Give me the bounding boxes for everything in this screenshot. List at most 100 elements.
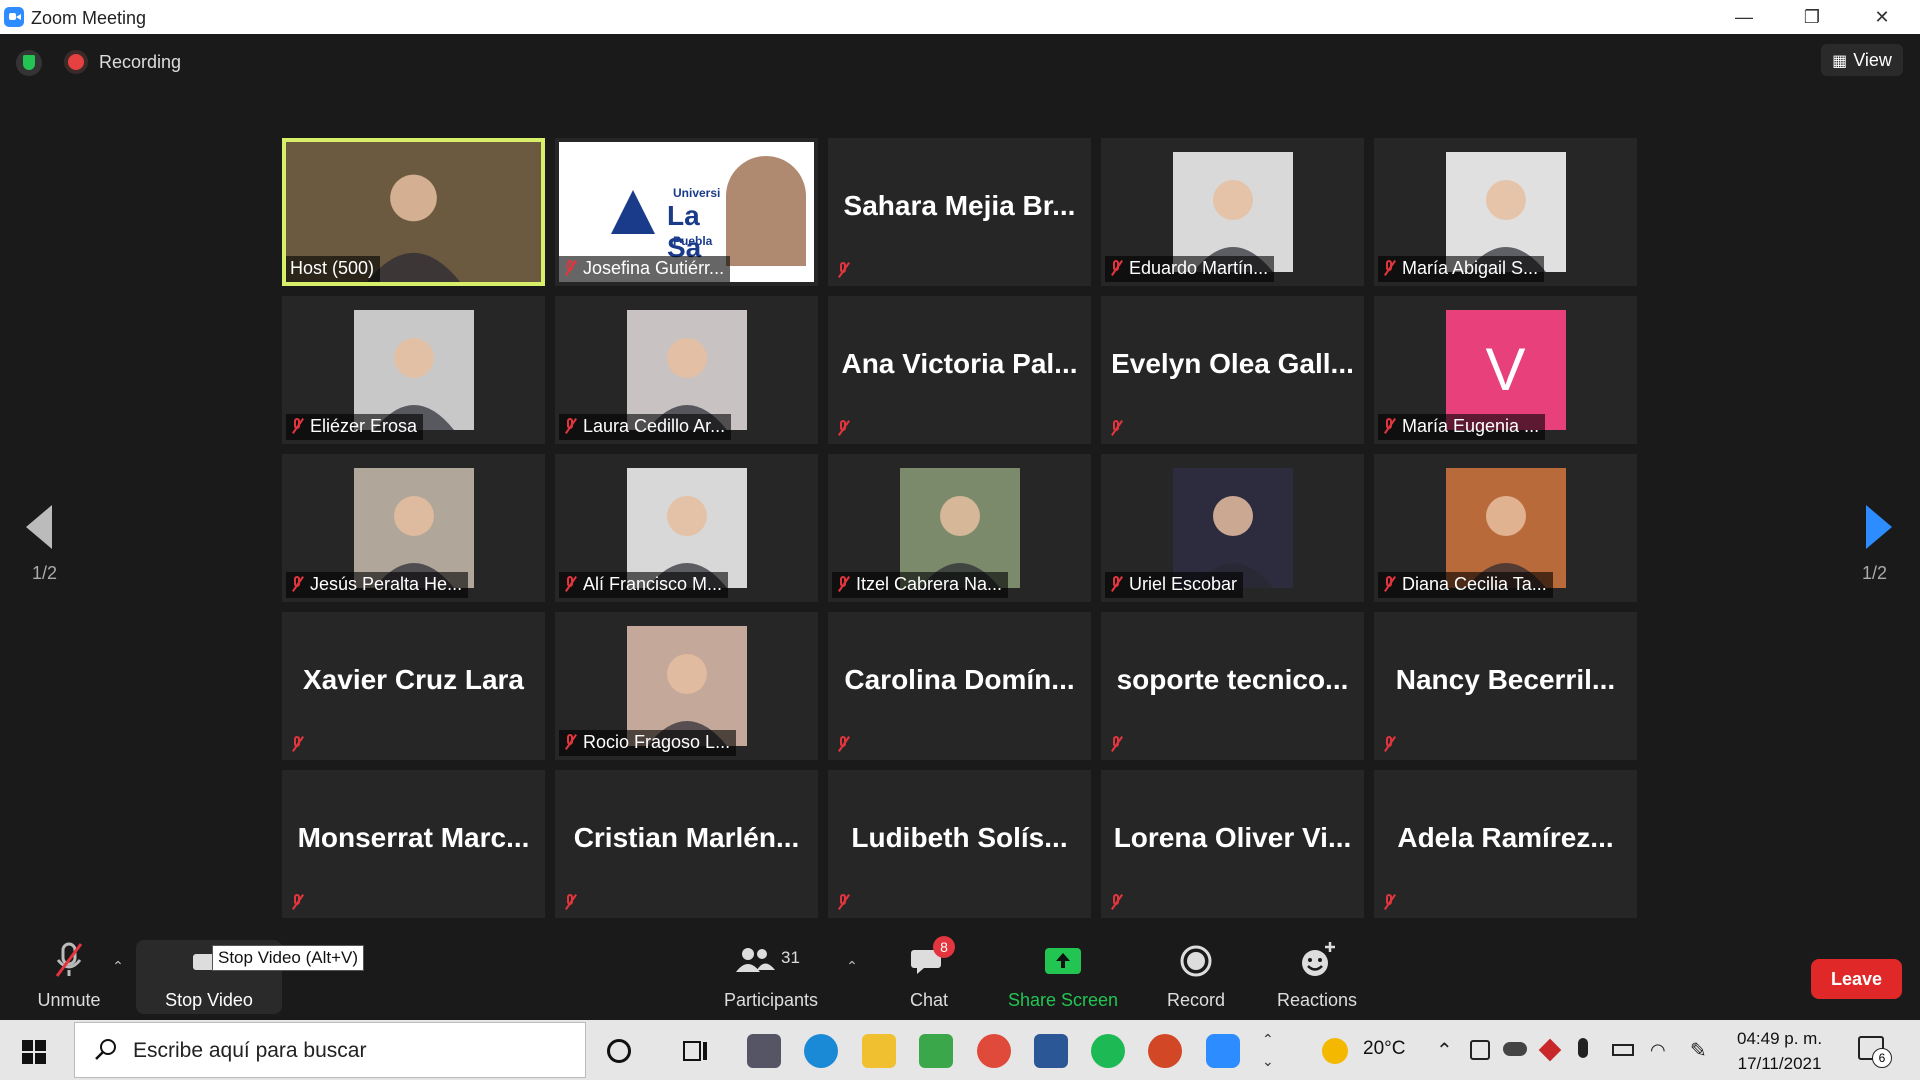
- participant-tile[interactable]: Xavier Cruz Lara: [282, 612, 545, 760]
- participant-photo: [353, 310, 474, 430]
- participant-name-label: Eduardo Martín...: [1105, 256, 1275, 282]
- participant-tile[interactable]: Ana Victoria Pal...: [828, 296, 1091, 444]
- maximize-button[interactable]: ❐: [1782, 0, 1842, 34]
- participant-tile[interactable]: V María Eugenia ...: [1374, 296, 1637, 444]
- chrome-browser-icon[interactable]: [977, 1034, 1011, 1068]
- participant-tile[interactable]: Rocio Fragoso L...: [555, 612, 818, 760]
- muted-microphone-icon: [836, 420, 850, 436]
- wifi-icon[interactable]: ◠: [1650, 1040, 1666, 1061]
- participant-tile[interactable]: soporte tecnico...: [1101, 612, 1364, 760]
- windows-start-icon[interactable]: [22, 1040, 46, 1064]
- record-icon: [1176, 940, 1216, 980]
- weather-sun-icon[interactable]: [1322, 1038, 1348, 1064]
- participant-tile[interactable]: Laura Cedillo Ar...: [555, 296, 818, 444]
- participants-count: 31: [781, 948, 800, 967]
- participant-tile[interactable]: Eduardo Martín...: [1101, 138, 1364, 286]
- participant-tile[interactable]: Lorena Oliver Vi...: [1101, 770, 1364, 918]
- muted-microphone-icon: [290, 894, 304, 910]
- show-hidden-icons-chevron-icon[interactable]: ⌃: [1436, 1038, 1453, 1063]
- participant-tile[interactable]: Alí Francisco M...: [555, 454, 818, 602]
- task-view-icon[interactable]: [678, 1034, 712, 1068]
- camera-app-icon[interactable]: [747, 1034, 781, 1068]
- page-indicator-left: 1/2: [32, 563, 58, 583]
- participants-label: Participants: [723, 990, 819, 1010]
- muted-microphone-icon: [836, 894, 850, 910]
- participant-tile[interactable]: Adela Ramírez...: [1374, 770, 1637, 918]
- unmute-label: Unmute: [37, 990, 101, 1010]
- word-icon[interactable]: [1034, 1034, 1068, 1068]
- zoom-app-icon[interactable]: [1206, 1034, 1240, 1068]
- reactions-button[interactable]: Reactions: [1270, 940, 1364, 1018]
- participant-tile[interactable]: Jesús Peralta He...: [282, 454, 545, 602]
- app-icon[interactable]: [919, 1034, 953, 1068]
- share-screen-button[interactable]: Share Screen: [1002, 940, 1124, 1018]
- participant-tile[interactable]: Universi La Sa Puebla Josefina Gutiérr...: [555, 138, 818, 286]
- participant-tile[interactable]: Cristian Marlén...: [555, 770, 818, 918]
- participant-tile[interactable]: Uriel Escobar: [1101, 454, 1364, 602]
- record-button[interactable]: Record: [1154, 940, 1238, 1018]
- participant-name: Uriel Escobar: [1129, 574, 1238, 594]
- participant-tile[interactable]: Nancy Becerril...: [1374, 612, 1637, 760]
- muted-microphone-icon: [1382, 576, 1396, 592]
- participant-name-label: Jesús Peralta He...: [286, 572, 469, 598]
- participant-name: Sahara Mejia Br...: [843, 190, 1076, 221]
- notifications-icon[interactable]: 6: [1858, 1036, 1892, 1068]
- microphone-tray-icon[interactable]: [1578, 1038, 1588, 1058]
- participant-tile[interactable]: Host (500): [282, 138, 545, 286]
- participant-tile[interactable]: Evelyn Olea Gall...: [1101, 296, 1364, 444]
- pen-icon[interactable]: ✎: [1690, 1038, 1707, 1063]
- cortana-icon[interactable]: [607, 1039, 631, 1063]
- window-title: Zoom Meeting: [31, 8, 147, 28]
- view-label: View: [1853, 50, 1892, 70]
- page-indicator-right: 1/2: [1862, 563, 1888, 583]
- clock-date: 17/11/2021: [1737, 1054, 1822, 1073]
- file-explorer-icon[interactable]: [862, 1034, 896, 1068]
- unmute-button[interactable]: Unmute: [22, 940, 116, 1018]
- participant-tile[interactable]: Monserrat Marc...: [282, 770, 545, 918]
- participant-name: Diana Cecilia Ta...: [1402, 574, 1547, 594]
- edge-browser-icon[interactable]: [804, 1034, 838, 1068]
- chat-bubble-icon: 8: [909, 936, 955, 980]
- taskbar-search-box[interactable]: Escribe aquí para buscar: [74, 1022, 586, 1078]
- next-page-arrow-icon[interactable]: [1866, 505, 1892, 549]
- battery-icon[interactable]: [1612, 1044, 1634, 1056]
- notification-count-badge: 6: [1872, 1048, 1892, 1068]
- university-logo: Universi La Sa Puebla: [567, 150, 737, 263]
- logo-text-line: Puebla: [673, 234, 713, 248]
- clock-time: 04:49 p. m.: [1737, 1029, 1823, 1048]
- participant-tile[interactable]: Itzel Cabrera Na...: [828, 454, 1091, 602]
- chat-button[interactable]: 8 Chat: [889, 936, 969, 1018]
- tray-icon-1[interactable]: [1470, 1040, 1490, 1060]
- minimize-button[interactable]: —: [1714, 0, 1774, 34]
- participant-tile[interactable]: María Abigail S...: [1374, 138, 1637, 286]
- taskbar-clock[interactable]: 04:49 p. m. 17/11/2021: [1737, 1026, 1822, 1076]
- logo-mark-icon: [611, 190, 655, 234]
- tray-scroll-arrows-icon[interactable]: ⌃ ⌄: [1262, 1028, 1274, 1072]
- view-button[interactable]: ▦ View: [1821, 44, 1903, 76]
- participant-tile[interactable]: Carolina Domín...: [828, 612, 1091, 760]
- onedrive-icon[interactable]: [1503, 1042, 1527, 1056]
- participant-tile[interactable]: Eliézer Erosa: [282, 296, 545, 444]
- previous-page-arrow-icon[interactable]: [26, 505, 52, 549]
- muted-microphone-icon: [836, 262, 850, 278]
- participant-tile[interactable]: Ludibeth Solís...: [828, 770, 1091, 918]
- participant-tile[interactable]: Diana Cecilia Ta...: [1374, 454, 1637, 602]
- participants-options-chevron-icon[interactable]: ⌃: [842, 958, 862, 978]
- powerpoint-icon[interactable]: [1148, 1034, 1182, 1068]
- participants-button[interactable]: 31 Participants: [716, 940, 826, 1018]
- participant-photo: [1445, 152, 1566, 272]
- participant-name-label: Uriel Escobar: [1105, 572, 1244, 598]
- muted-microphone-icon: [290, 418, 304, 434]
- participant-name: soporte tecnico...: [1116, 664, 1349, 695]
- participant-tile[interactable]: Sahara Mejia Br...: [828, 138, 1091, 286]
- leave-button[interactable]: Leave: [1811, 959, 1902, 999]
- muted-microphone-icon: [1109, 576, 1123, 592]
- close-button[interactable]: ✕: [1852, 0, 1912, 34]
- spotify-icon[interactable]: [1091, 1034, 1125, 1068]
- avatar-letter: V: [1485, 336, 1526, 403]
- muted-microphone-icon: [836, 576, 850, 592]
- dropbox-icon[interactable]: [1538, 1038, 1562, 1062]
- muted-microphone-icon: [563, 418, 577, 434]
- security-shield-icon[interactable]: [16, 50, 42, 76]
- audio-options-chevron-icon[interactable]: ⌃: [108, 958, 128, 978]
